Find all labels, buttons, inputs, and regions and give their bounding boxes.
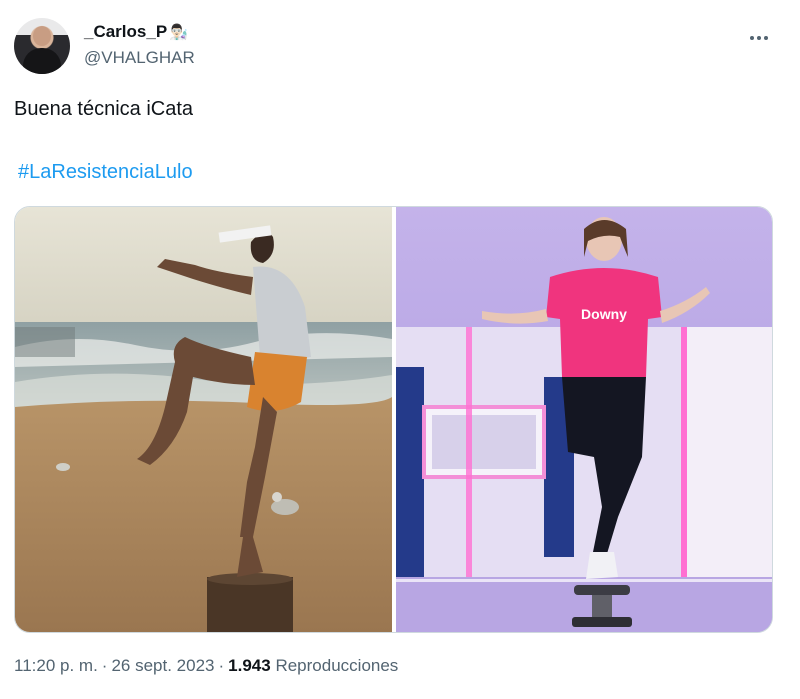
- views-label: Reproducciones: [275, 656, 399, 675]
- media-photo-right[interactable]: Downy: [396, 207, 772, 632]
- author-display-name[interactable]: _Carlos_P: [84, 22, 167, 42]
- more-options-button[interactable]: [742, 24, 776, 52]
- tweet-date[interactable]: 26 sept. 2023: [111, 656, 214, 675]
- author-name-emoji: 👨🏻‍🔬: [169, 24, 188, 41]
- views-count: 1.943: [228, 656, 271, 675]
- meta-separator: ·: [218, 656, 225, 675]
- tweet-text: Buena técnica iCata: [14, 98, 194, 120]
- more-horizontal-icon: [750, 36, 754, 40]
- author-handle[interactable]: @VHALGHAR: [84, 48, 195, 68]
- more-horizontal-icon-dot: [757, 36, 761, 40]
- tweet-header: _Carlos_P 👨🏻‍🔬 @VHALGHAR: [14, 18, 786, 78]
- more-horizontal-icon-dot: [764, 36, 768, 40]
- avatar[interactable]: [14, 18, 70, 74]
- media-photo-left[interactable]: [15, 207, 392, 632]
- avatar-body: [23, 48, 61, 74]
- media-grid: Downy: [14, 206, 773, 633]
- avatar-head: [33, 26, 51, 46]
- shirt-logo-text: Downy: [581, 306, 627, 322]
- author-block: _Carlos_P 👨🏻‍🔬 @VHALGHAR: [84, 22, 195, 68]
- tweet-time[interactable]: 11:20 p. m.: [14, 656, 98, 675]
- hashtag-link[interactable]: #LaResistenciaLulo: [18, 161, 193, 184]
- tweet-meta: 11:20 p. m. · 26 sept. 2023 · 1.943 Reproduc…: [14, 656, 398, 676]
- meta-separator: ·: [101, 656, 108, 675]
